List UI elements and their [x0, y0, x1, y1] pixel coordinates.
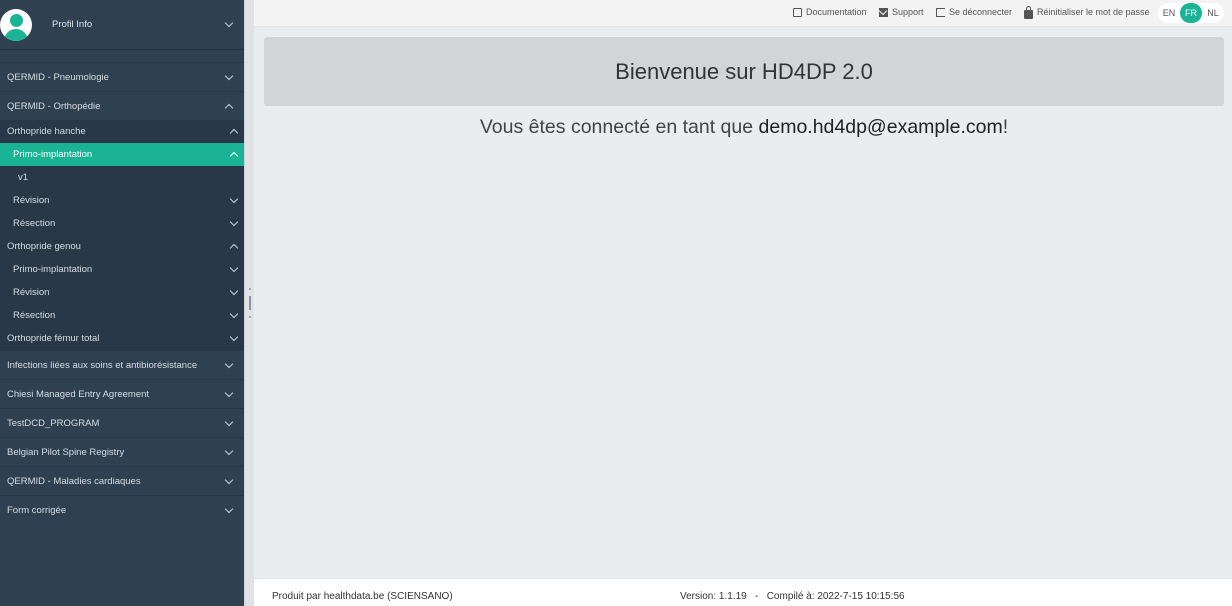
chevron-down-icon	[229, 217, 239, 227]
splitter-grip	[249, 296, 251, 310]
sidebar-item-form-corrigee[interactable]: Form corrigée	[0, 495, 244, 524]
sidebar-item-orthopride-genou[interactable]: Orthopride genou	[0, 235, 244, 258]
user-email: demo.hd4dp@example.com	[758, 116, 1003, 138]
sidebar-resize-handle[interactable]	[244, 0, 254, 606]
envelope-icon	[879, 7, 888, 17]
connected-prefix: Vous êtes connecté en tant que	[479, 116, 759, 138]
logout-link[interactable]: Se déconnecter	[936, 7, 1012, 17]
sidebar-item-qermid-pneumologie[interactable]: QERMID - Pneumologie	[0, 62, 244, 91]
splitter-dot	[249, 316, 251, 318]
chevron-up-icon	[229, 128, 239, 138]
sidebar-item-orthopride-femur-total[interactable]: Orthopride fémur total	[0, 327, 244, 350]
lang-nl-button[interactable]: NL	[1202, 3, 1224, 23]
lang-fr-button[interactable]: FR	[1180, 3, 1202, 23]
sidebar-item-resection-hanche[interactable]: Résection	[0, 212, 244, 235]
reset-password-link[interactable]: Réinitialiser le mot de passe	[1024, 5, 1150, 19]
chevron-down-icon	[224, 388, 234, 398]
chevron-down-icon	[229, 309, 239, 319]
chevron-up-icon	[229, 151, 239, 161]
version-text: Version: 1.1.19 - Compilé à: 2022-7-15 1…	[680, 591, 905, 602]
produced-by-text: Produit par healthdata.be (SCIENSANO)	[272, 591, 453, 602]
book-icon	[793, 7, 802, 17]
footer: Produit par healthdata.be (SCIENSANO) Ve…	[254, 578, 1232, 606]
chevron-down-icon	[224, 71, 234, 81]
lock-icon	[1024, 5, 1033, 19]
sidebar-item-qermid-cardiaques[interactable]: QERMID - Maladies cardiaques	[0, 466, 244, 495]
sidebar-item-resection-genou[interactable]: Résection	[0, 304, 244, 327]
splitter-dot	[249, 288, 251, 290]
sidebar-item-primo-implantation-hanche[interactable]: Primo-implantation	[0, 143, 244, 166]
sidebar-item-orthopride-hanche[interactable]: Orthopride hanche	[0, 120, 244, 143]
sidebar-item-belgian-spine[interactable]: Belgian Pilot Spine Registry	[0, 437, 244, 466]
chevron-down-icon	[224, 359, 234, 369]
chevron-up-icon	[224, 103, 234, 113]
sidebar-item-primo-implantation-genou[interactable]: Primo-implantation	[0, 258, 244, 281]
chevron-up-icon	[229, 243, 239, 253]
sidebar: Profil Info QERMID - Pneumologie QERMID …	[0, 0, 244, 606]
chevron-down-icon	[229, 194, 239, 204]
top-navbar: Documentation Support Se déconnecter Réi…	[254, 0, 1232, 27]
sidebar-item-revision-hanche[interactable]: Révision	[0, 189, 244, 212]
connected-suffix: !	[1002, 116, 1009, 138]
sidebar-item-infections[interactable]: Infections liées aux soins et antibiorés…	[0, 350, 244, 379]
connected-as-text: Vous êtes connecté en tant que demo.hd4d…	[264, 116, 1224, 139]
language-switcher: EN FR NL	[1158, 3, 1224, 23]
chevron-down-icon	[224, 417, 234, 427]
sidebar-item-chiesi[interactable]: Chiesi Managed Entry Agreement	[0, 379, 244, 408]
sidebar-item-qermid-orthopedie[interactable]: QERMID - Orthopédie	[0, 91, 244, 120]
sidebar-item-testdcd[interactable]: TestDCD_PROGRAM	[0, 408, 244, 437]
chevron-down-icon	[224, 18, 234, 28]
profile-header[interactable]: Profil Info	[0, 0, 244, 50]
chevron-down-icon	[224, 446, 234, 456]
chevron-down-icon	[229, 332, 239, 342]
lang-en-button[interactable]: EN	[1158, 3, 1180, 23]
sidebar-item-v1[interactable]: v1	[0, 166, 244, 189]
sign-out-icon	[936, 7, 945, 17]
chevron-down-icon	[224, 504, 234, 514]
welcome-banner: Bienvenue sur HD4DP 2.0	[264, 37, 1224, 106]
documentation-link[interactable]: Documentation	[793, 7, 867, 17]
profile-label: Profil Info	[52, 19, 93, 30]
sidebar-item-revision-genou[interactable]: Révision	[0, 281, 244, 304]
welcome-title: Bienvenue sur HD4DP 2.0	[615, 58, 873, 84]
support-link[interactable]: Support	[879, 7, 924, 17]
chevron-down-icon	[229, 286, 239, 296]
chevron-down-icon	[224, 475, 234, 485]
avatar-icon	[0, 8, 32, 41]
chevron-down-icon	[229, 263, 239, 273]
